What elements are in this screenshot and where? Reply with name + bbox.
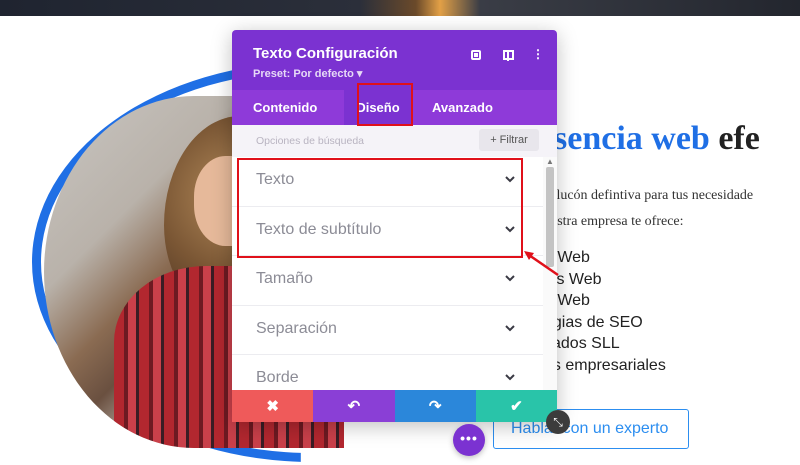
headline-dark-text: efe bbox=[718, 120, 760, 157]
undo-button[interactable]: ↶ bbox=[313, 390, 395, 422]
section-separacion[interactable]: Separación bbox=[232, 306, 543, 355]
services-list-item: o Web bbox=[544, 292, 590, 309]
section-texto-de-subtitulo[interactable]: Texto de subtítulo bbox=[232, 207, 543, 256]
more-options-button[interactable]: ••• bbox=[453, 424, 485, 456]
settings-section-list: Texto Texto de subtítulo Tamaño Separaci… bbox=[232, 157, 543, 420]
headline-blue-text: sencia web bbox=[554, 120, 710, 157]
more-vertical-icon[interactable]: ⋮ bbox=[530, 46, 546, 62]
columns-icon[interactable] bbox=[500, 46, 516, 62]
paragraph-line: solucón defintiva para tus necesidade bbox=[544, 188, 754, 203]
chevron-down-icon bbox=[504, 173, 516, 185]
section-texto[interactable]: Texto bbox=[232, 157, 543, 207]
tab-avanzado[interactable]: Avanzado bbox=[432, 90, 493, 125]
section-label: Separación bbox=[256, 319, 337, 337]
save-button[interactable]: ✔ bbox=[475, 390, 557, 422]
section-tamano[interactable]: Tamaño bbox=[232, 256, 543, 306]
chevron-down-icon bbox=[504, 322, 516, 334]
panel-header: Texto Configuración Preset: Por defecto … bbox=[232, 30, 557, 90]
section-label: Borde bbox=[256, 369, 299, 386]
section-label: Texto de subtítulo bbox=[256, 220, 382, 238]
services-list-item: os empresariales bbox=[544, 356, 666, 374]
tab-contenido[interactable]: Contenido bbox=[253, 90, 317, 125]
filter-button[interactable]: + Filtrar bbox=[479, 129, 539, 151]
panel-tabs: Contenido Diseño Avanzado bbox=[232, 90, 557, 125]
services-list-item: g Web bbox=[544, 249, 590, 266]
preset-dropdown[interactable]: Preset: Por defecto ▾ bbox=[253, 67, 362, 80]
section-label: Tamaño bbox=[256, 270, 313, 287]
discard-button[interactable]: ✖ bbox=[232, 390, 314, 422]
scroll-up-icon[interactable]: ▲ bbox=[546, 157, 554, 166]
chevron-down-icon bbox=[504, 223, 516, 235]
resize-icon[interactable]: ⤡ bbox=[546, 410, 570, 434]
settings-panel: Texto Configuración Preset: Por defecto … bbox=[232, 30, 557, 422]
panel-footer: ✖ ↶ ↷ ✔ bbox=[232, 390, 557, 422]
page-paragraph: solucón defintiva para tus necesidade ue… bbox=[544, 183, 800, 235]
section-label: Texto bbox=[256, 171, 295, 188]
page-canvas: sencia web efe solucón defintiva para tu… bbox=[0, 0, 800, 465]
services-list-item: cados SLL bbox=[544, 335, 620, 352]
redo-button[interactable]: ↷ bbox=[394, 390, 476, 422]
search-input[interactable] bbox=[256, 125, 456, 157]
target-icon[interactable] bbox=[468, 46, 484, 62]
panel-title: Texto Configuración bbox=[253, 45, 398, 62]
chevron-down-icon bbox=[504, 272, 516, 284]
panel-scrollbar[interactable]: ▲ ▼ bbox=[543, 157, 557, 420]
paragraph-line: uestra empresa te ofrece: bbox=[544, 214, 684, 229]
top-banner-strip bbox=[0, 0, 800, 16]
services-list-item: egias de SEO bbox=[544, 313, 643, 331]
scroll-thumb[interactable] bbox=[546, 167, 554, 267]
services-list: g Web ios Web o Web egias de SEO cados S… bbox=[544, 247, 666, 376]
chevron-down-icon bbox=[504, 371, 516, 383]
tab-diseno[interactable]: Diseño bbox=[344, 90, 412, 125]
search-row: + Filtrar bbox=[232, 125, 557, 157]
services-list-item: ios Web bbox=[544, 270, 602, 288]
page-headline: sencia web efe bbox=[554, 120, 760, 158]
